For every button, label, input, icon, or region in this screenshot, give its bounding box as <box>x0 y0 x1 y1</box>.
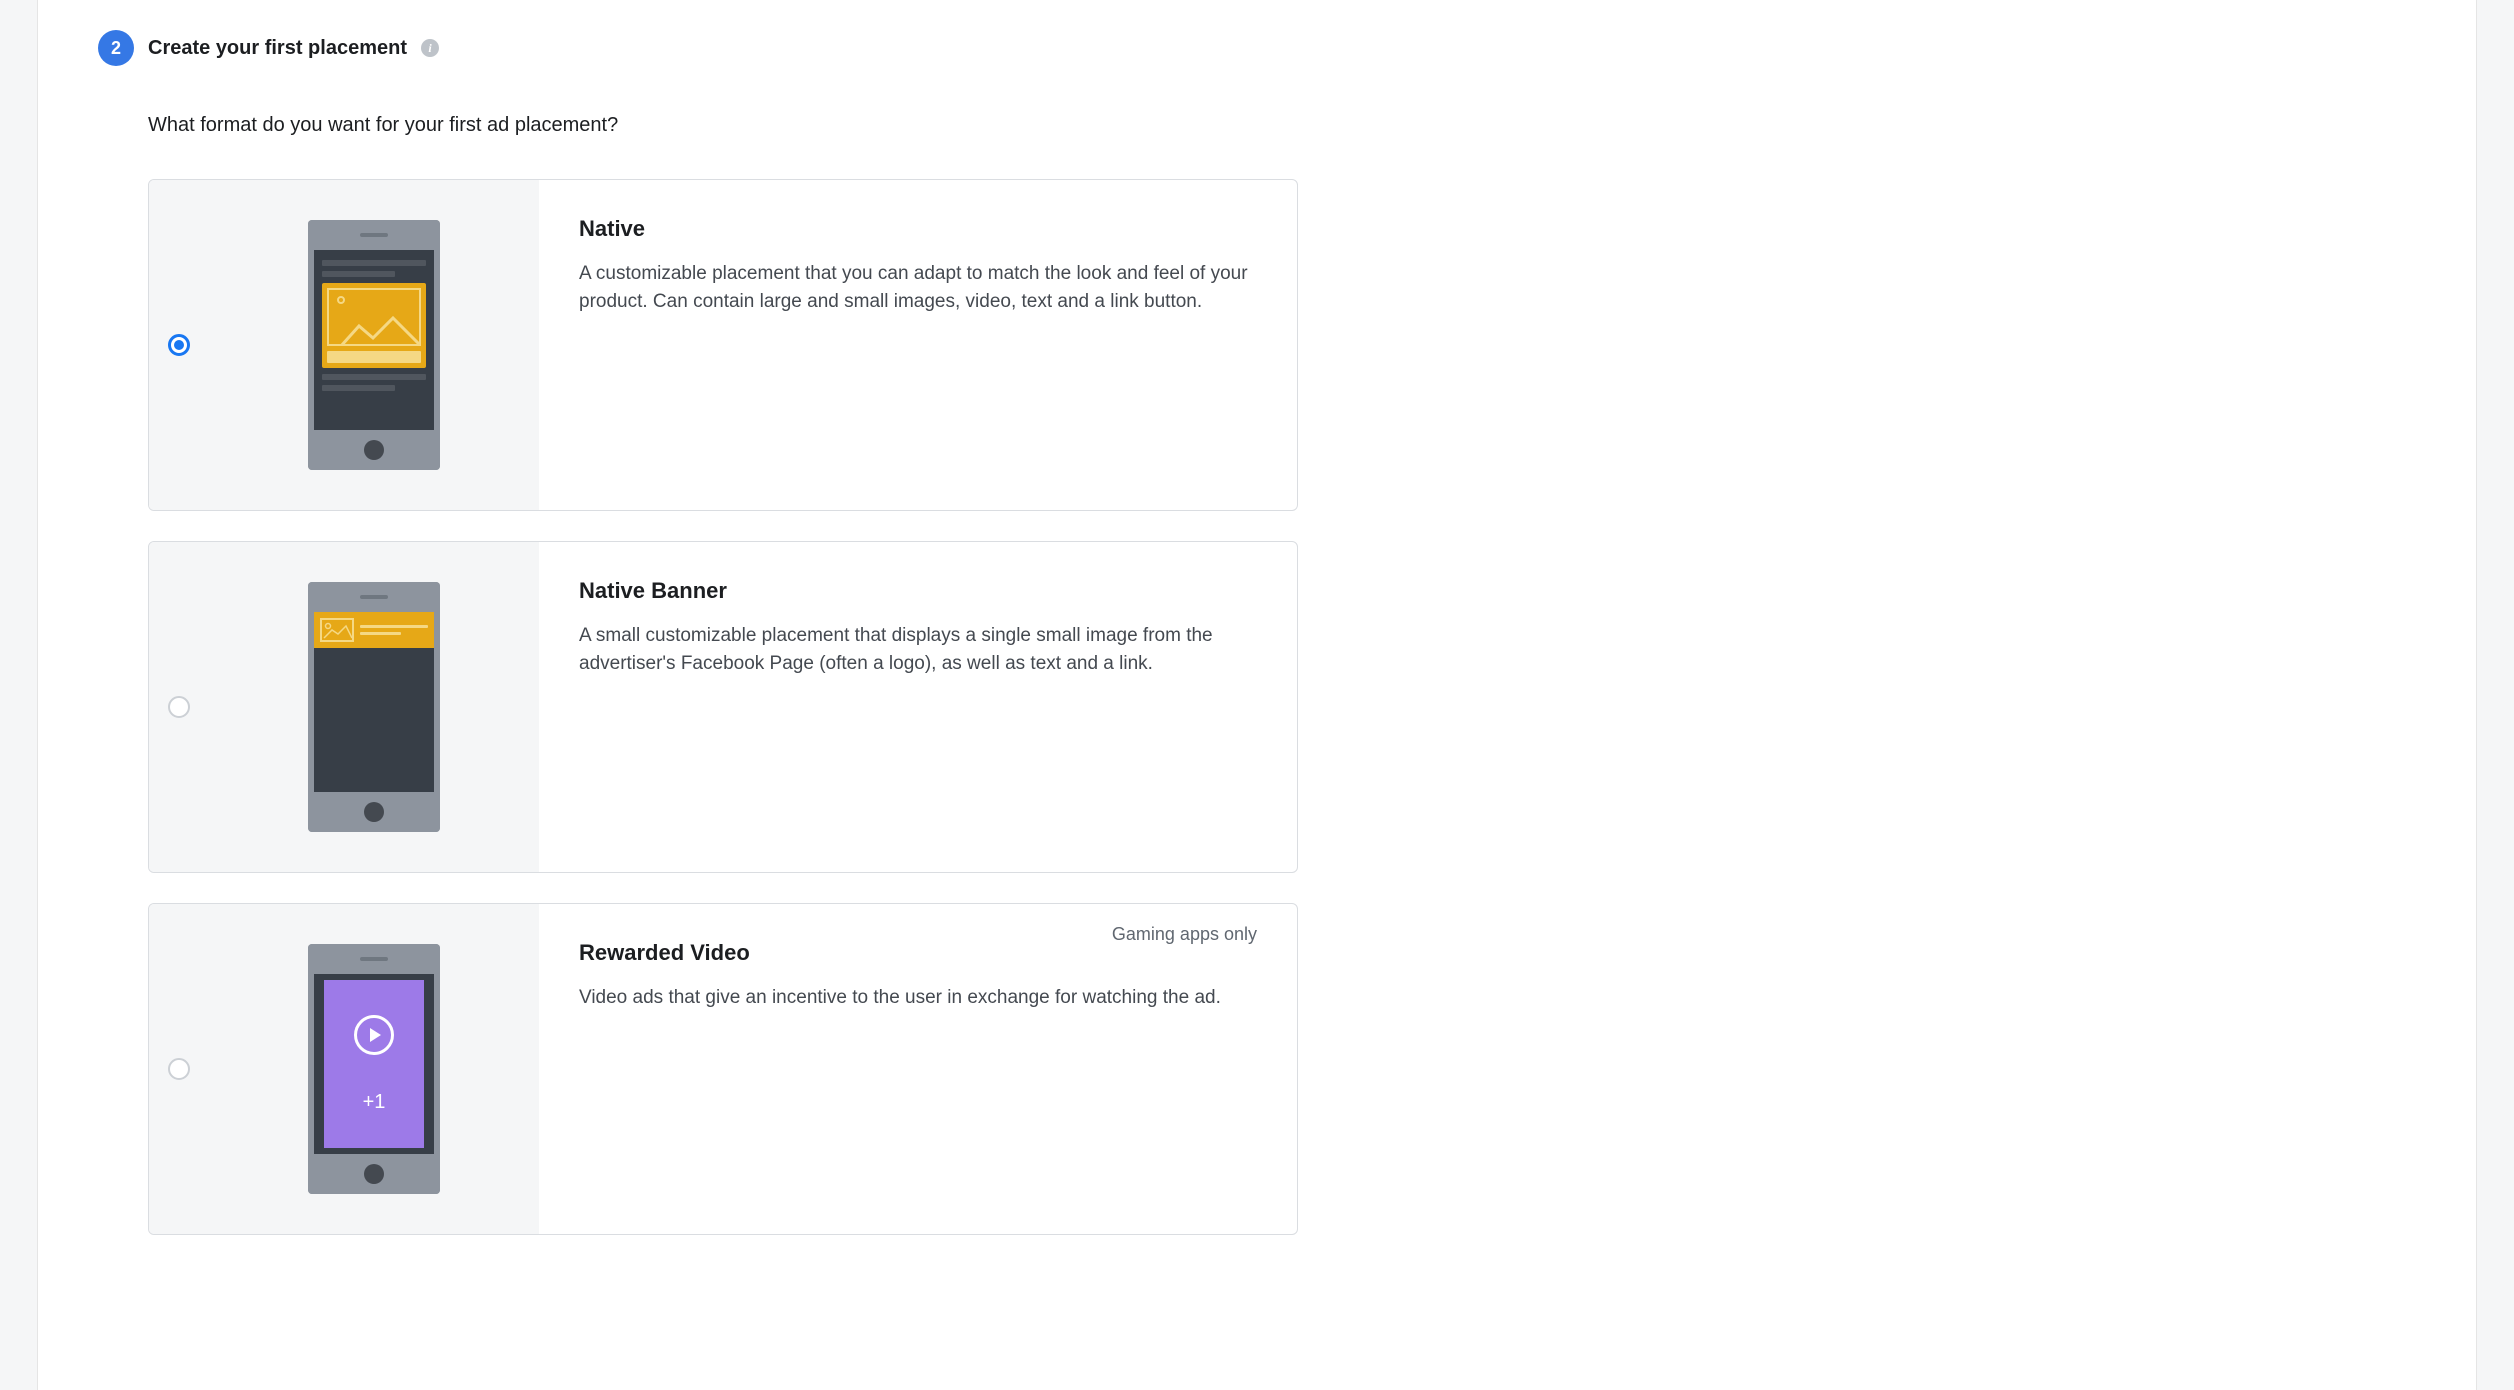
radio-col <box>149 904 209 1234</box>
radio-col <box>149 180 209 510</box>
content-area: What format do you want for your first a… <box>98 114 2416 1235</box>
phone-mockup-icon <box>308 582 440 832</box>
option-badge-gaming: Gaming apps only <box>1112 924 1257 945</box>
radio-native-banner[interactable] <box>168 696 190 718</box>
option-text-col: Gaming apps only Rewarded Video Video ad… <box>539 904 1297 1234</box>
phone-mockup-icon: +1 <box>308 944 440 1194</box>
option-title-native: Native <box>579 216 1257 242</box>
option-title-native-banner: Native Banner <box>579 578 1257 604</box>
option-desc-native: A customizable placement that you can ad… <box>579 260 1257 315</box>
step-title: Create your first placement <box>148 37 407 60</box>
radio-rewarded-video[interactable] <box>168 1058 190 1080</box>
phone-mockup-icon <box>308 220 440 470</box>
option-text-col: Native Banner A small customizable place… <box>539 542 1297 872</box>
format-question: What format do you want for your first a… <box>148 114 2416 137</box>
option-native-banner[interactable]: Native Banner A small customizable place… <box>148 541 1298 873</box>
option-rewarded-video[interactable]: +1 Gaming apps only Rewarded Video Video… <box>148 903 1298 1235</box>
step-number-badge: 2 <box>98 30 134 66</box>
option-native[interactable]: Native A customizable placement that you… <box>148 179 1298 511</box>
radio-native[interactable] <box>168 334 190 356</box>
plus-one-label: +1 <box>363 1091 386 1114</box>
illustration-native <box>209 180 539 510</box>
option-text-col: Native A customizable placement that you… <box>539 180 1297 510</box>
radio-col <box>149 542 209 872</box>
info-icon[interactable]: i <box>421 39 439 57</box>
play-icon <box>354 1015 394 1055</box>
step-header: 2 Create your first placement i <box>98 30 2416 66</box>
option-desc-rewarded-video: Video ads that give an incentive to the … <box>579 984 1257 1012</box>
illustration-rewarded-video: +1 <box>209 904 539 1234</box>
option-desc-native-banner: A small customizable placement that disp… <box>579 622 1257 677</box>
page-container: 2 Create your first placement i What for… <box>37 0 2477 1390</box>
radio-inner <box>174 340 184 350</box>
illustration-native-banner <box>209 542 539 872</box>
